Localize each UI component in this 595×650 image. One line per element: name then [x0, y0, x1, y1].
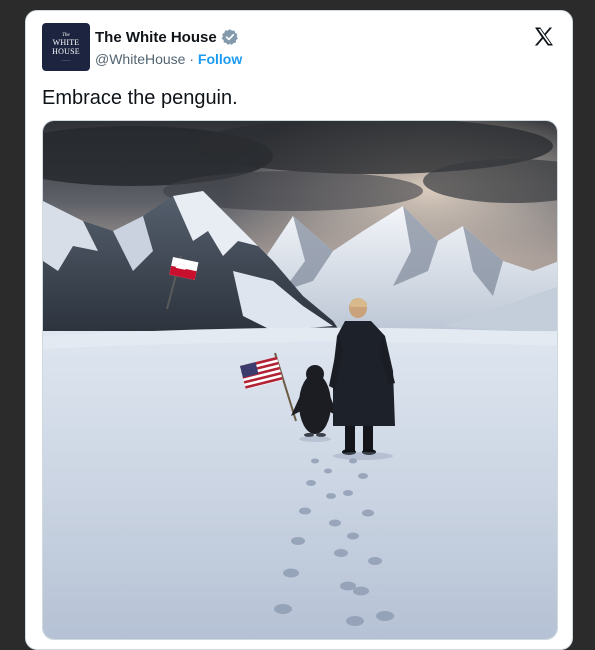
avatar-text-house: HOUSE: [52, 46, 80, 56]
author-name-row: The White House: [95, 28, 239, 46]
avatar[interactable]: The WHITE HOUSE ———: [42, 23, 90, 71]
follow-button[interactable]: Follow: [198, 51, 242, 67]
author-handle-row: @WhiteHouse · Follow: [95, 51, 242, 67]
avatar-text-the: The: [62, 32, 70, 38]
photo-icon: [43, 121, 557, 639]
handle-separator: ·: [189, 51, 195, 67]
tweet-card[interactable]: The WHITE HOUSE ——— The White House @Whi…: [25, 10, 573, 650]
tweet-text: Embrace the penguin.: [42, 87, 238, 109]
x-logo-icon[interactable]: [532, 25, 556, 49]
author-handle[interactable]: @WhiteHouse: [95, 51, 185, 67]
avatar-underline: ———: [61, 57, 71, 62]
verified-badge-icon: [221, 28, 239, 46]
author-name[interactable]: The White House: [95, 29, 217, 46]
avatar-text-white: WHITE: [52, 37, 80, 47]
tweet-media-image[interactable]: [42, 120, 558, 640]
